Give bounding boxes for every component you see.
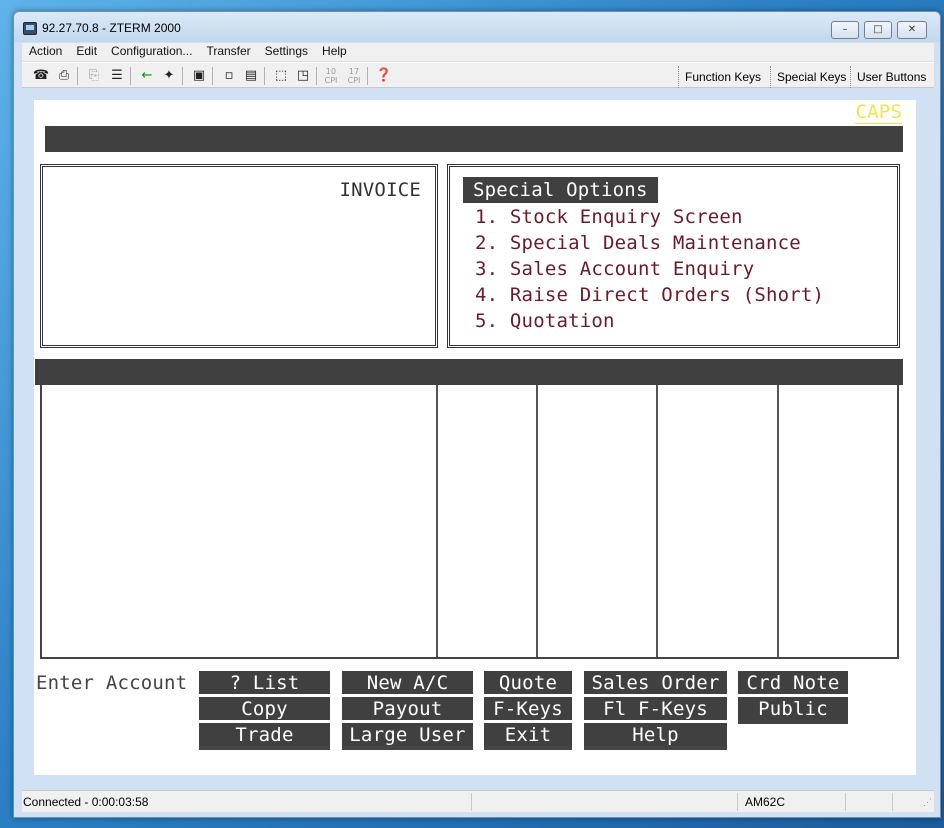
properties-icon[interactable]: ▣ bbox=[190, 67, 208, 85]
toolbar-separator bbox=[264, 67, 265, 85]
fkey-sales-order[interactable]: Sales Order bbox=[584, 671, 727, 696]
close-button[interactable]: ✕ bbox=[897, 21, 927, 39]
toolbar-separator bbox=[77, 67, 78, 85]
function-keys-button[interactable]: Function Keys bbox=[685, 67, 761, 87]
minimize-button[interactable]: – bbox=[831, 21, 859, 39]
fkey-new-ac[interactable]: New A/C bbox=[342, 671, 473, 696]
fkey-help[interactable]: Help bbox=[584, 723, 727, 748]
option-special-deals[interactable]: 2. Special Deals Maintenance bbox=[475, 230, 801, 256]
status-bar: Connected - 0:00:03:58 AM62C ⋰ bbox=[22, 790, 934, 812]
connection-status: Connected - 0:00:03:58 bbox=[23, 795, 149, 809]
fkey-public[interactable]: Public bbox=[738, 697, 848, 722]
status-separator bbox=[471, 793, 472, 811]
fkey-f-keys[interactable]: F-Keys bbox=[484, 697, 572, 722]
special-options-title: Special Options bbox=[463, 177, 658, 203]
fkey-trade[interactable]: Trade bbox=[199, 723, 330, 748]
line-items-table[interactable] bbox=[40, 385, 899, 659]
status-separator bbox=[737, 793, 738, 811]
find-icon[interactable]: ✦ bbox=[160, 67, 178, 85]
fkey-fl-f-keys[interactable]: Fl F-Keys bbox=[584, 697, 727, 722]
menu-action[interactable]: Action bbox=[22, 43, 69, 61]
menu-help[interactable]: Help bbox=[315, 43, 354, 61]
toolbar-separator bbox=[130, 67, 131, 85]
cpi-17-icon[interactable]: 17 CPI bbox=[345, 67, 363, 85]
toolbar-separator bbox=[770, 66, 772, 88]
resize-icon[interactable]: ◳ bbox=[294, 67, 312, 85]
menu-settings[interactable]: Settings bbox=[258, 43, 315, 61]
status-separator bbox=[845, 793, 846, 811]
fullscreen-icon[interactable]: ⬚ bbox=[272, 67, 290, 85]
status-separator bbox=[892, 793, 893, 811]
fkey-list[interactable]: ? List bbox=[199, 671, 330, 696]
terminal-type: AM62C bbox=[745, 795, 786, 809]
open-folder-icon[interactable]: ▤ bbox=[242, 67, 260, 85]
paste-icon[interactable]: ☰ bbox=[108, 67, 126, 85]
invoice-label: INVOICE bbox=[339, 179, 421, 201]
fkey-large-user[interactable]: Large User bbox=[342, 723, 473, 748]
option-direct-orders[interactable]: 4. Raise Direct Orders (Short) bbox=[475, 282, 824, 308]
menu-transfer[interactable]: Transfer bbox=[199, 43, 257, 61]
terminal-screen[interactable]: CAPS 19:20 05.04.12 POSINV - Point Of Sa… bbox=[34, 100, 916, 775]
fkey-crd-note[interactable]: Crd Note bbox=[738, 671, 848, 696]
table-header: Product/Description Quantity Unit Price … bbox=[35, 359, 903, 513]
fkey-quote[interactable]: Quote bbox=[484, 671, 572, 696]
toolbar-separator bbox=[316, 67, 317, 85]
resize-grip-icon[interactable]: ⋰ bbox=[923, 797, 932, 808]
option-quotation[interactable]: 5. Quotation bbox=[475, 308, 615, 334]
fkey-exit[interactable]: Exit bbox=[484, 723, 572, 748]
user-buttons-button[interactable]: User Buttons bbox=[857, 67, 926, 87]
toolbar-separator bbox=[212, 67, 213, 85]
toolbar-separator bbox=[182, 67, 183, 85]
toolbar: ☎ ⎙ ⎘ ☰ ← ✦ ▣ ▫ ▤ ⬚ ◳ 10 CPI 17 CPI ❓ Fu… bbox=[22, 62, 934, 88]
toolbar-separator bbox=[678, 66, 680, 88]
special-options-panel: Special Options 1. Stock Enquiry Screen … bbox=[447, 164, 900, 348]
special-keys-button[interactable]: Special Keys bbox=[777, 67, 846, 87]
invoice-panel: INVOICE bbox=[40, 164, 438, 348]
back-arrow-icon[interactable]: ← bbox=[138, 67, 156, 85]
toolbar-separator bbox=[850, 66, 852, 88]
help-icon[interactable]: ❓ bbox=[375, 67, 393, 85]
menu-configuration[interactable]: Configuration... bbox=[104, 43, 199, 61]
connect-icon[interactable]: ☎ bbox=[32, 67, 50, 85]
new-session-icon[interactable]: ▫ bbox=[220, 67, 238, 85]
cpi-10-icon[interactable]: 10 CPI bbox=[322, 67, 340, 85]
column-divider bbox=[436, 385, 438, 657]
screen-header: 19:20 05.04.12 POSINV - Point Of Sale (M… bbox=[45, 126, 903, 202]
menu-edit[interactable]: Edit bbox=[69, 43, 104, 61]
fkey-payout[interactable]: Payout bbox=[342, 697, 473, 722]
copy-icon[interactable]: ⎘ bbox=[85, 67, 103, 85]
title-bar[interactable]: 92.27.70.8 - ZTERM 2000 – □ ✕ bbox=[14, 12, 940, 42]
toolbar-separator bbox=[367, 67, 368, 85]
fkey-copy[interactable]: Copy bbox=[199, 697, 330, 722]
option-stock-enquiry[interactable]: 1. Stock Enquiry Screen bbox=[475, 204, 743, 230]
caps-indicator: CAPS bbox=[855, 101, 902, 124]
column-divider bbox=[777, 385, 779, 657]
print-icon[interactable]: ⎙ bbox=[55, 67, 73, 85]
column-divider bbox=[656, 385, 658, 657]
zterm-window: 92.27.70.8 - ZTERM 2000 – □ ✕ Action Edi… bbox=[13, 11, 941, 818]
option-sales-account[interactable]: 3. Sales Account Enquiry bbox=[475, 256, 754, 282]
menu-bar: Action Edit Configuration... Transfer Se… bbox=[22, 43, 934, 61]
terminal-app-icon bbox=[23, 22, 37, 35]
column-divider bbox=[536, 385, 538, 657]
maximize-button[interactable]: □ bbox=[864, 21, 892, 39]
enter-account-prompt: Enter Account bbox=[36, 672, 188, 694]
window-title: 92.27.70.8 - ZTERM 2000 bbox=[42, 21, 181, 35]
